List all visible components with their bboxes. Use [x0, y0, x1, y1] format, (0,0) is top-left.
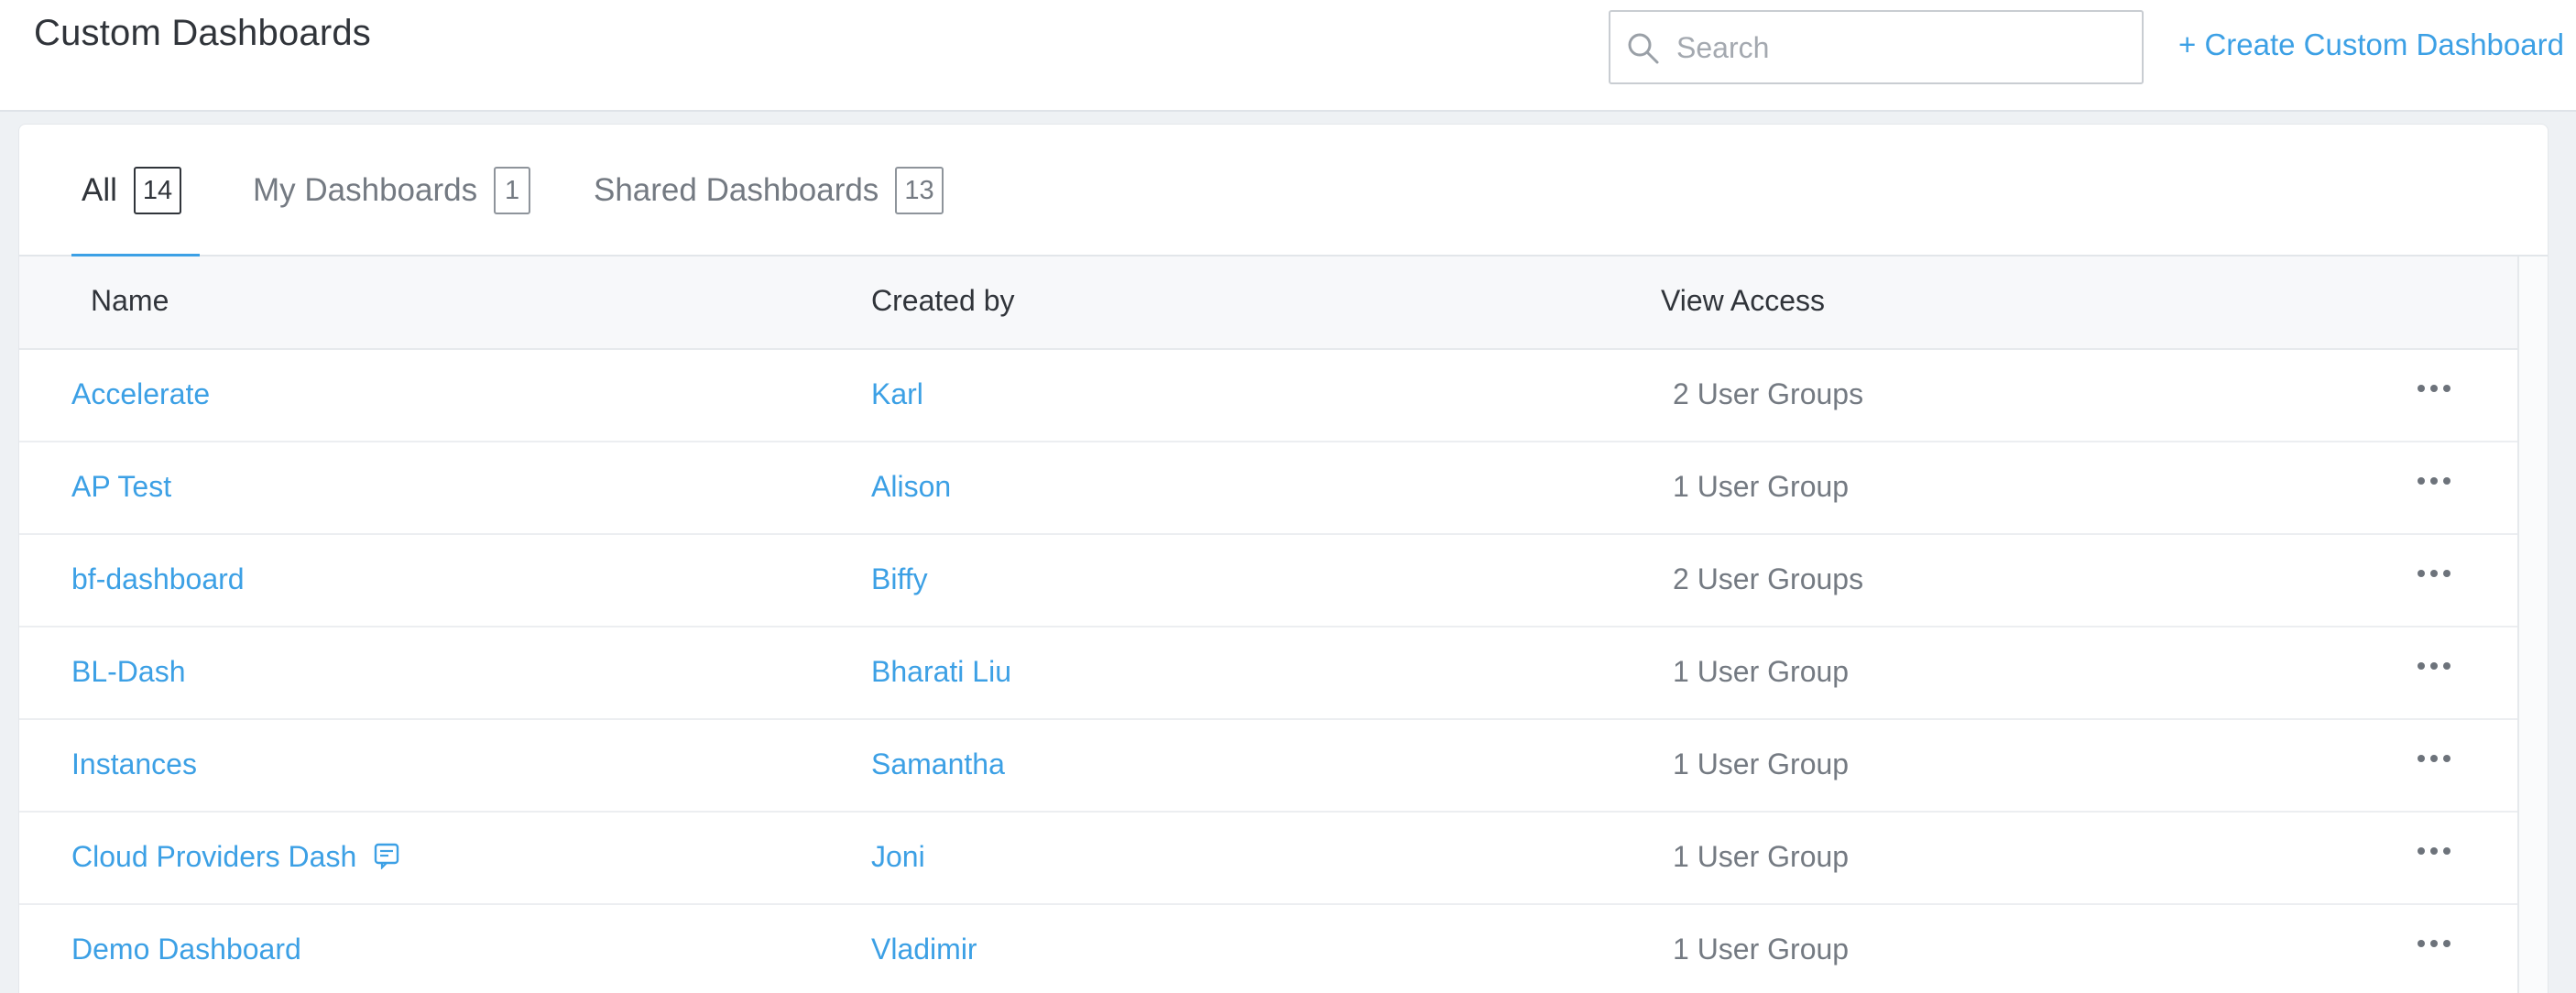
more-options-button[interactable] — [2410, 376, 2458, 401]
tab-label: My Dashboards — [253, 172, 478, 208]
tab-shared-dashboards[interactable]: Shared Dashboards 13 — [594, 125, 944, 256]
more-options-icon — [2418, 662, 2425, 670]
more-options-icon — [2418, 847, 2425, 855]
more-options-button[interactable] — [2410, 746, 2458, 771]
column-header-view-access[interactable]: View Access — [1661, 284, 1825, 318]
dashboard-name-link[interactable]: Demo Dashboard — [71, 933, 301, 966]
search-icon — [1628, 33, 1659, 64]
tab-label: All — [82, 172, 117, 208]
dashboard-name-link[interactable]: Instances — [71, 747, 197, 781]
table-header: Name Created by View Access — [19, 256, 2517, 350]
table-row: Cloud Providers Dash Joni 1 User Group — [19, 813, 2517, 905]
dashboard-name-link[interactable]: bf-dashboard — [71, 562, 245, 596]
more-options-icon — [2418, 570, 2425, 577]
more-options-button[interactable] — [2410, 468, 2458, 494]
table-row: Demo Dashboard Vladimir 1 User Group — [19, 905, 2517, 993]
creator-link[interactable]: Vladimir — [871, 933, 977, 966]
view-access-text: 2 User Groups — [1673, 562, 1864, 595]
dashboard-name-link[interactable]: BL-Dash — [71, 655, 186, 689]
search-box[interactable] — [1609, 10, 2144, 84]
top-bar: Custom Dashboards + Create Custom Dashbo… — [0, 0, 2576, 112]
creator-link[interactable]: Biffy — [871, 562, 928, 596]
creator-link[interactable]: Alison — [871, 470, 951, 504]
view-access-text: 2 User Groups — [1673, 377, 1864, 410]
table-scrollbar[interactable] — [2517, 256, 2548, 993]
view-access-text: 1 User Group — [1673, 933, 1850, 966]
create-custom-dashboard-link[interactable]: + Create Custom Dashboard — [2178, 27, 2564, 62]
column-header-name[interactable]: Name — [91, 284, 169, 318]
creator-link[interactable]: Bharati Liu — [871, 655, 1011, 689]
dashboards-table: Name Created by View Access Accelerate K… — [19, 256, 2517, 993]
dashboard-name-link[interactable]: AP Test — [71, 470, 171, 504]
tab-all[interactable]: All 14 — [71, 125, 200, 258]
dashboard-name-link[interactable]: Accelerate — [71, 377, 210, 411]
creator-link[interactable]: Karl — [871, 377, 923, 411]
view-access-text: 1 User Group — [1673, 840, 1850, 873]
table-row: BL-Dash Bharati Liu 1 User Group — [19, 627, 2517, 720]
more-options-icon — [2418, 940, 2425, 947]
creator-link[interactable]: Samantha — [871, 747, 1005, 781]
tab-label: Shared Dashboards — [594, 172, 879, 208]
tab-my-dashboards[interactable]: My Dashboards 1 — [253, 125, 531, 256]
more-options-button[interactable] — [2410, 931, 2458, 956]
view-access-text: 1 User Group — [1673, 747, 1850, 780]
dashboards-card: All 14 My Dashboards 1 Shared Dashboards… — [18, 124, 2549, 993]
table-row: bf-dashboard Biffy 2 User Groups — [19, 535, 2517, 627]
table-row: Accelerate Karl 2 User Groups — [19, 350, 2517, 442]
more-options-button[interactable] — [2410, 561, 2458, 586]
tab-count-badge: 1 — [494, 167, 531, 214]
view-access-text: 1 User Group — [1673, 470, 1850, 503]
search-input[interactable] — [1676, 23, 2125, 72]
table-row: AP Test Alison 1 User Group — [19, 442, 2517, 535]
note-icon[interactable] — [373, 842, 400, 869]
table-row: Instances Samantha 1 User Group — [19, 720, 2517, 813]
more-options-icon — [2418, 477, 2425, 485]
dashboard-name-link[interactable]: Cloud Providers Dash — [71, 840, 356, 873]
view-access-text: 1 User Group — [1673, 655, 1850, 688]
more-options-button[interactable] — [2410, 653, 2458, 679]
creator-link[interactable]: Joni — [871, 840, 925, 874]
dashboard-name-cell: Cloud Providers Dash — [71, 840, 400, 874]
column-header-created-by[interactable]: Created by — [871, 284, 1015, 318]
tab-bar: All 14 My Dashboards 1 Shared Dashboards… — [19, 125, 2548, 258]
more-options-icon — [2418, 385, 2425, 392]
more-options-button[interactable] — [2410, 838, 2458, 864]
tab-count-badge: 14 — [133, 167, 182, 214]
tab-count-badge: 13 — [895, 167, 944, 214]
more-options-icon — [2418, 755, 2425, 762]
page-title: Custom Dashboards — [34, 13, 372, 53]
